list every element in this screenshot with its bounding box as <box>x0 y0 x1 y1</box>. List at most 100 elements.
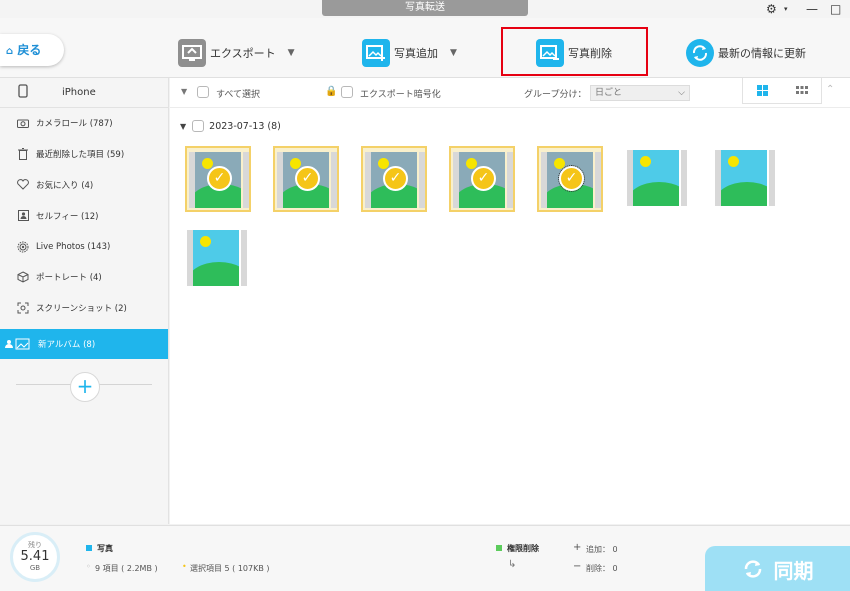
trash-icon <box>16 147 30 161</box>
select-all-label: すべて選択 <box>216 90 261 100</box>
photo-image <box>193 230 239 286</box>
photo-image <box>721 150 767 206</box>
chevron-down-icon[interactable]: ▼ <box>450 48 457 58</box>
select-all-checkbox[interactable] <box>197 86 209 98</box>
photo-thumb-4[interactable]: ✓ <box>449 146 515 212</box>
photo-thumb-1[interactable]: ✓ <box>185 146 251 212</box>
minimize-button[interactable]: — <box>806 2 818 16</box>
title-bar: 写真転送 ⚙ ▾ — □ <box>0 0 850 18</box>
toolbar: ⌂ 戻る エクスポート ▼ 写真追加 ▼ 写真削除 最新の情報に更新 <box>0 18 850 78</box>
items-info: 9 項目 ( 2.2MB ) <box>95 564 158 573</box>
remaining-unit: GB <box>29 564 41 572</box>
storage-indicator: 残り 5.41 GB <box>10 532 60 582</box>
live-photo-icon <box>16 240 30 254</box>
sidebar-item-label: セルフィー (12) <box>36 211 99 222</box>
sync-label: 同期 <box>773 558 814 583</box>
sync-button[interactable]: 同期 <box>705 546 850 591</box>
group-by-select[interactable]: 日ごと ⌵ <box>590 85 690 101</box>
permission-color-swatch <box>496 545 502 551</box>
photo-grid-panel: ▼ すべて選択 🔒 エクスポート暗号化 グループ分け： 日ごと ⌵ ⌃ ▼ 20… <box>170 78 850 524</box>
export-button[interactable]: エクスポート ▼ <box>178 38 295 68</box>
window-title: 写真転送 <box>322 0 528 16</box>
photo-image <box>633 150 679 206</box>
plus-icon: + <box>573 542 582 553</box>
small-grid-icon <box>795 86 808 94</box>
photo-thumb-5[interactable]: ✓ <box>537 146 603 212</box>
phone-icon <box>18 84 28 101</box>
sidebar-item-label: Live Photos (143) <box>36 241 111 252</box>
sidebar-item-live-photos[interactable]: Live Photos (143) <box>0 231 168 262</box>
photo-thumb-7[interactable] <box>713 146 779 212</box>
sidebar-item-new-album[interactable]: 新アルバム (8) <box>0 328 168 360</box>
sidebar-item-label: カメラロール (787) <box>36 119 113 130</box>
add-photo-icon <box>362 39 390 67</box>
delete-highlight-box <box>501 27 648 76</box>
check-icon: ✓ <box>558 165 585 192</box>
photo-thumb-3[interactable]: ✓ <box>361 146 427 212</box>
group-by-value: 日ごと <box>595 88 623 98</box>
sidebar: iPhone カメラロール (787) 最近削除した項目 (59) お気に入り … <box>0 78 169 524</box>
collapse-all-icon[interactable]: ▼ <box>181 87 187 96</box>
permission-label: 権限削除 <box>507 544 539 553</box>
return-arrow-icon: ↳ <box>508 559 517 570</box>
photo-thumb-8[interactable] <box>185 226 251 292</box>
heart-icon <box>16 178 30 192</box>
sidebar-item-favorites[interactable]: お気に入り (4) <box>0 170 168 201</box>
refresh-label: 最新の情報に更新 <box>718 47 806 60</box>
sidebar-item-label: スクリーンショット (2) <box>36 304 127 315</box>
bullet-icon: • <box>182 562 187 571</box>
maximize-button[interactable]: □ <box>830 2 841 16</box>
sidebar-item-label: 新アルバム (8) <box>38 339 96 350</box>
check-icon: ✓ <box>471 166 496 191</box>
collapse-icon[interactable]: ▼ <box>180 122 186 131</box>
photo-thumb-6[interactable] <box>625 146 691 212</box>
back-button[interactable]: ⌂ 戻る <box>0 34 64 66</box>
refresh-button[interactable]: 最新の情報に更新 <box>686 38 806 68</box>
date-group-label: 2023-07-13 (8) <box>209 120 281 132</box>
portrait-icon <box>16 270 30 284</box>
sidebar-item-screenshots[interactable]: スクリーンショット (2) <box>0 293 168 324</box>
selected-info: 選択項目 5 ( 107KB ) <box>190 564 270 573</box>
small-grid-view-button[interactable] <box>782 78 821 103</box>
check-icon: ✓ <box>295 166 320 191</box>
check-icon: ✓ <box>383 166 408 191</box>
home-icon: ⌂ <box>6 46 14 57</box>
encrypt-label: エクスポート暗号化 <box>360 90 441 100</box>
back-label: 戻る <box>17 43 42 57</box>
grid-toolbar: ▼ すべて選択 🔒 エクスポート暗号化 グループ分け： 日ごと ⌵ ⌃ <box>170 78 850 108</box>
add-photo-label: 写真追加 <box>394 47 438 60</box>
device-header[interactable]: iPhone <box>0 78 168 108</box>
selfie-icon <box>16 209 30 223</box>
date-group-header: ▼ 2023-07-13 (8) <box>180 120 281 132</box>
sidebar-item-label: ポートレート (4) <box>36 273 102 284</box>
album-icon <box>4 337 32 351</box>
scroll-up-icon[interactable]: ⌃ <box>826 84 834 95</box>
sidebar-item-label: お気に入り (4) <box>36 180 94 191</box>
encrypt-checkbox[interactable] <box>341 86 353 98</box>
date-group-checkbox[interactable] <box>192 120 205 132</box>
sidebar-item-portrait[interactable]: ポートレート (4) <box>0 262 168 293</box>
large-grid-icon <box>757 85 768 96</box>
sidebar-item-camera-roll[interactable]: カメラロール (787) <box>0 108 168 139</box>
lock-icon: 🔒 <box>325 86 338 97</box>
added-count: 追加： 0 <box>586 545 618 554</box>
photo-thumb-2[interactable]: ✓ <box>273 146 339 212</box>
sidebar-item-recently-deleted[interactable]: 最近削除した項目 (59) <box>0 139 168 170</box>
device-name: iPhone <box>62 87 96 98</box>
add-album-button[interactable]: + <box>70 372 100 402</box>
bullet-icon: ◦ <box>86 562 91 571</box>
screenshot-icon <box>16 301 30 315</box>
deleted-count: 削除： 0 <box>586 564 618 573</box>
add-photo-button[interactable]: 写真追加 ▼ <box>362 38 457 68</box>
chevron-down-icon[interactable]: ▾ <box>784 2 788 16</box>
chevron-down-icon: ⌵ <box>678 88 685 98</box>
category-color-swatch <box>86 545 92 551</box>
group-by-label: グループ分け： <box>524 90 587 100</box>
view-toggle <box>742 78 822 104</box>
minus-icon: − <box>573 561 582 572</box>
gear-icon[interactable]: ⚙ <box>766 2 777 16</box>
large-grid-view-button[interactable] <box>743 78 782 103</box>
chevron-down-icon[interactable]: ▼ <box>288 48 295 58</box>
refresh-icon <box>686 39 714 67</box>
sidebar-item-selfies[interactable]: セルフィー (12) <box>0 200 168 231</box>
